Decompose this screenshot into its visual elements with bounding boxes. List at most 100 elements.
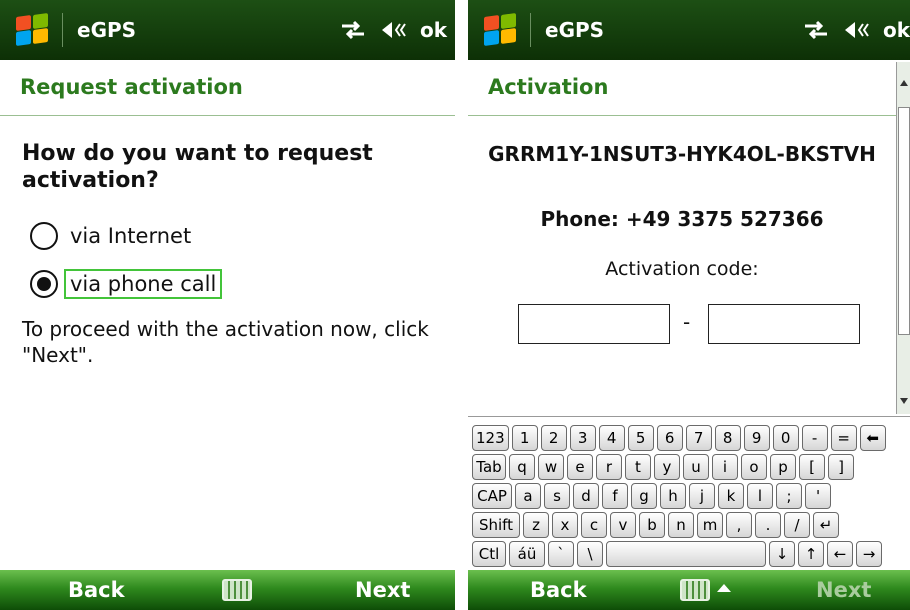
keyboard-key[interactable]: 8 bbox=[714, 425, 741, 451]
keyboard-key[interactable]: 5 bbox=[627, 425, 654, 451]
keyboard-key[interactable]: z bbox=[523, 512, 549, 538]
windows-logo-icon[interactable] bbox=[14, 12, 50, 47]
keyboard-key[interactable]: 2 bbox=[540, 425, 567, 451]
scroll-up-icon[interactable] bbox=[900, 80, 908, 86]
activation-code-field-1[interactable] bbox=[518, 304, 670, 344]
keyboard-key[interactable]: - bbox=[801, 425, 828, 451]
activation-screen: eGPS ok Activation GRRM1Y-1NSUT3-HYK4OL-… bbox=[468, 0, 910, 610]
keyboard-key[interactable]: s bbox=[544, 483, 570, 509]
keyboard-icon[interactable] bbox=[222, 579, 252, 601]
option-phone-call[interactable]: via phone call bbox=[30, 269, 223, 299]
keyboard-key[interactable]: y bbox=[654, 454, 680, 480]
connectivity-icon[interactable] bbox=[803, 19, 829, 41]
volume-mute-icon[interactable] bbox=[380, 19, 406, 41]
keyboard-key[interactable]: h bbox=[660, 483, 686, 509]
keyboard-key[interactable]: i bbox=[712, 454, 738, 480]
keyboard-key[interactable]: \ bbox=[577, 541, 603, 567]
keyboard-key[interactable]: e bbox=[567, 454, 593, 480]
keyboard-key[interactable]: 1 bbox=[511, 425, 538, 451]
status-icons: ok bbox=[803, 18, 910, 42]
keyboard-key[interactable]: ] bbox=[828, 454, 854, 480]
keyboard-key[interactable]: a bbox=[515, 483, 541, 509]
softkey-bar: Back Next bbox=[468, 570, 910, 610]
keyboard-key[interactable]: → bbox=[856, 541, 882, 567]
keyboard-key[interactable]: ' bbox=[805, 483, 831, 509]
keyboard-key[interactable]: , bbox=[726, 512, 752, 538]
keyboard-key[interactable]: áü bbox=[509, 541, 545, 567]
title-bar: eGPS ok bbox=[0, 0, 455, 60]
keyboard-key[interactable]: c bbox=[581, 512, 607, 538]
scroll-down-icon[interactable] bbox=[900, 398, 908, 404]
option-phone-call-label[interactable]: via phone call bbox=[63, 269, 223, 299]
keyboard-key[interactable]: ↑ bbox=[798, 541, 824, 567]
keyboard-key[interactable]: 4 bbox=[598, 425, 625, 451]
softkey-bar: Back Next bbox=[0, 570, 455, 610]
keyboard-key[interactable]: ← bbox=[827, 541, 853, 567]
keyboard-key[interactable]: Ctl bbox=[472, 541, 506, 567]
keyboard-key[interactable]: l bbox=[747, 483, 773, 509]
keyboard-key[interactable]: ↵ bbox=[813, 512, 839, 538]
keyboard-key[interactable]: r bbox=[596, 454, 622, 480]
option-internet[interactable]: via Internet bbox=[30, 222, 195, 250]
keyboard-key[interactable]: t bbox=[625, 454, 651, 480]
windows-logo-icon[interactable] bbox=[482, 12, 518, 47]
keyboard-key[interactable]: k bbox=[718, 483, 744, 509]
question-text: How do you want to request activation? bbox=[22, 141, 373, 193]
ok-button[interactable]: ok bbox=[883, 18, 910, 42]
keyboard-row: Shift z x c v b n m,. / ↵ bbox=[472, 512, 839, 538]
keyboard-key[interactable]: [ bbox=[799, 454, 825, 480]
keyboard-key[interactable]: j bbox=[689, 483, 715, 509]
keyboard-icon[interactable] bbox=[680, 579, 710, 601]
keyboard-key[interactable]: v bbox=[610, 512, 636, 538]
connectivity-icon[interactable] bbox=[340, 19, 366, 41]
keyboard-key[interactable]: Tab bbox=[472, 454, 506, 480]
keyboard-key[interactable]: 9 bbox=[743, 425, 770, 451]
radio-phone-call[interactable] bbox=[30, 270, 58, 298]
keyboard-key[interactable]: 7 bbox=[685, 425, 712, 451]
keyboard-key[interactable]: ↓ bbox=[769, 541, 795, 567]
next-softkey[interactable]: Next bbox=[355, 578, 410, 602]
keyboard-row: 123 1 2 3 4 5 6 7 8 9 0- = ⬅ bbox=[472, 425, 886, 451]
keyboard-key[interactable]: ⬅ bbox=[859, 425, 886, 451]
activation-code-field-2[interactable] bbox=[708, 304, 860, 344]
keyboard-key[interactable]: m bbox=[697, 512, 723, 538]
next-softkey[interactable]: Next bbox=[816, 578, 871, 602]
screen-divider bbox=[455, 0, 468, 610]
installation-code: GRRM1Y-1NSUT3-HYK4OL-BKSTVH bbox=[488, 142, 876, 166]
keyboard-key[interactable]: b bbox=[639, 512, 665, 538]
vertical-scrollbar[interactable] bbox=[896, 62, 910, 414]
keyboard-key[interactable]: x bbox=[552, 512, 578, 538]
volume-mute-icon[interactable] bbox=[843, 19, 869, 41]
radio-internet[interactable] bbox=[30, 222, 58, 250]
keyboard-key[interactable]: d bbox=[573, 483, 599, 509]
keyboard-key[interactable]: o bbox=[741, 454, 767, 480]
keyboard-key[interactable]: / bbox=[784, 512, 810, 538]
keyboard-key[interactable]: 123 bbox=[472, 425, 509, 451]
on-screen-keyboard: 123 1 2 3 4 5 6 7 8 9 0- = ⬅ Tab q w e r t y u i o p[] CAP a s d f… bbox=[468, 416, 910, 570]
keyboard-key[interactable]: CAP bbox=[472, 483, 512, 509]
ok-button[interactable]: ok bbox=[420, 18, 447, 42]
keyboard-key[interactable]: w bbox=[538, 454, 564, 480]
back-softkey[interactable]: Back bbox=[68, 578, 125, 602]
keyboard-key[interactable]: 0 bbox=[772, 425, 799, 451]
keyboard-key[interactable]: 6 bbox=[656, 425, 683, 451]
keyboard-key[interactable]: n bbox=[668, 512, 694, 538]
caret-up-icon[interactable] bbox=[717, 584, 731, 592]
keyboard-key[interactable]: g bbox=[631, 483, 657, 509]
keyboard-key[interactable]: = bbox=[830, 425, 857, 451]
keyboard-key[interactable]: q bbox=[509, 454, 535, 480]
activation-code-label: Activation code: bbox=[605, 258, 759, 280]
keyboard-key[interactable]: ; bbox=[776, 483, 802, 509]
keyboard-key[interactable]: p bbox=[770, 454, 796, 480]
keyboard-key[interactable]: u bbox=[683, 454, 709, 480]
scroll-thumb[interactable] bbox=[898, 107, 910, 335]
phone-number: Phone: +49 3375 527366 bbox=[540, 207, 824, 231]
keyboard-key[interactable]: . bbox=[755, 512, 781, 538]
space-key[interactable] bbox=[606, 541, 766, 567]
back-softkey[interactable]: Back bbox=[530, 578, 587, 602]
keyboard-key[interactable]: f bbox=[602, 483, 628, 509]
option-internet-label[interactable]: via Internet bbox=[66, 223, 195, 249]
keyboard-key[interactable]: 3 bbox=[569, 425, 596, 451]
keyboard-key[interactable]: ` bbox=[548, 541, 574, 567]
keyboard-key[interactable]: Shift bbox=[472, 512, 520, 538]
